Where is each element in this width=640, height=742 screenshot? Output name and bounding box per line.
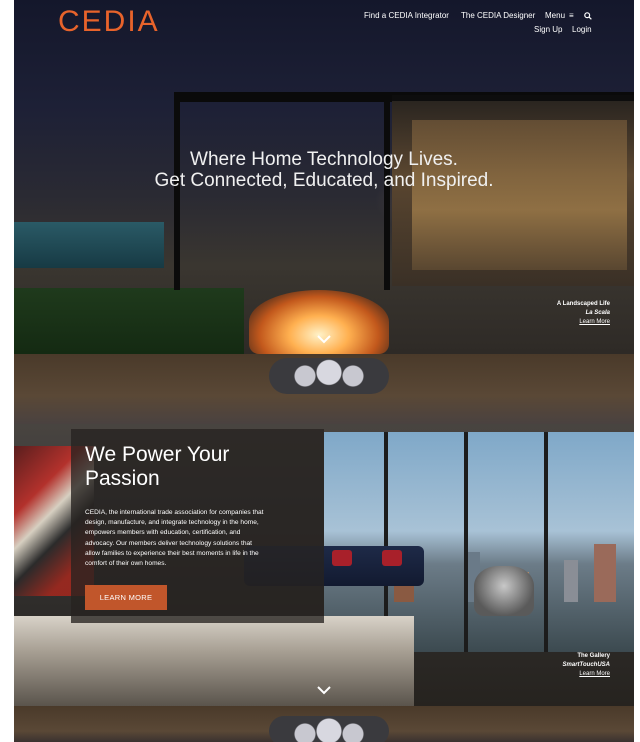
caption-subtitle: SmartTouchUSA: [562, 662, 610, 668]
pergola-post: [384, 100, 390, 290]
hero-section: CEDIA Find a CEDIA Integrator The CEDIA …: [14, 0, 634, 354]
passion-description-line: advocacy. Our members deliver technology…: [85, 539, 253, 547]
passion-description-line: comfort of their own homes.: [85, 560, 167, 568]
passion-description-line: design, manufacture, and integrate techn…: [85, 519, 259, 527]
nav-sign-up[interactable]: Sign Up: [534, 25, 562, 34]
caption-learn-more-link[interactable]: Learn More: [490, 318, 610, 327]
hero-caption: A Landscaped Life La Scala Learn More: [490, 300, 610, 327]
passion-title: We Power Your Passion: [85, 443, 315, 491]
city-building: [594, 544, 616, 602]
chevron-down-icon[interactable]: [314, 684, 334, 698]
passion-panel: We Power Your Passion CEDIA, the interna…: [71, 429, 324, 623]
caption-learn-more-link[interactable]: Learn More: [490, 670, 610, 679]
passion-title-line: Passion: [85, 467, 160, 490]
red-pillow: [332, 550, 352, 566]
marble-counter-area: [14, 616, 414, 706]
passion-description-line: CEDIA, the international trade associati…: [85, 509, 264, 516]
ceiling-light-fixture: [269, 716, 389, 742]
ceiling-light-fixture: [269, 358, 389, 394]
house-glass-area: [412, 120, 627, 270]
nav-find-integrator[interactable]: Find a CEDIA Integrator: [364, 11, 449, 20]
search-icon[interactable]: [584, 11, 592, 20]
hamburger-icon[interactable]: ≡: [569, 11, 574, 20]
window-mullion: [464, 432, 468, 652]
hero-subheadline: Get Connected, Educated, and Inspired.: [154, 170, 494, 191]
caption-subtitle: La Scala: [585, 310, 610, 316]
lounge-chair-image: [474, 566, 534, 616]
learn-more-button[interactable]: LEARN MORE: [85, 585, 167, 610]
caption-title: The Gallery: [577, 653, 610, 659]
caption-title: A Landscaped Life: [556, 301, 610, 307]
pergola-post: [174, 100, 180, 290]
nav-login[interactable]: Login: [572, 25, 592, 34]
nav-cedia-designer[interactable]: The CEDIA Designer: [461, 11, 535, 20]
passion-title-line: We Power Your: [85, 443, 230, 466]
nav-menu[interactable]: Menu: [545, 11, 565, 20]
room-caption: The Gallery SmartTouchUSA Learn More: [490, 652, 610, 679]
red-pillow: [382, 550, 402, 566]
passion-description-line: empowers members with education, certifi…: [85, 529, 241, 537]
passion-section: We Power Your Passion CEDIA, the interna…: [14, 354, 634, 706]
hero-headline: Where Home Technology Lives.: [190, 149, 458, 170]
city-building: [564, 560, 578, 602]
chevron-down-icon[interactable]: [314, 333, 334, 347]
pool-image-area: [14, 222, 164, 268]
passion-description: CEDIA, the international trade associati…: [85, 508, 313, 569]
next-section-preview: [14, 706, 634, 742]
passion-description-line: allow families to experience their best …: [85, 549, 259, 557]
lawn-image-area: [14, 288, 244, 354]
window-mullion: [544, 432, 548, 652]
cedia-logo[interactable]: CEDIA: [58, 5, 160, 39]
page-frame: CEDIA Find a CEDIA Integrator The CEDIA …: [14, 0, 634, 742]
